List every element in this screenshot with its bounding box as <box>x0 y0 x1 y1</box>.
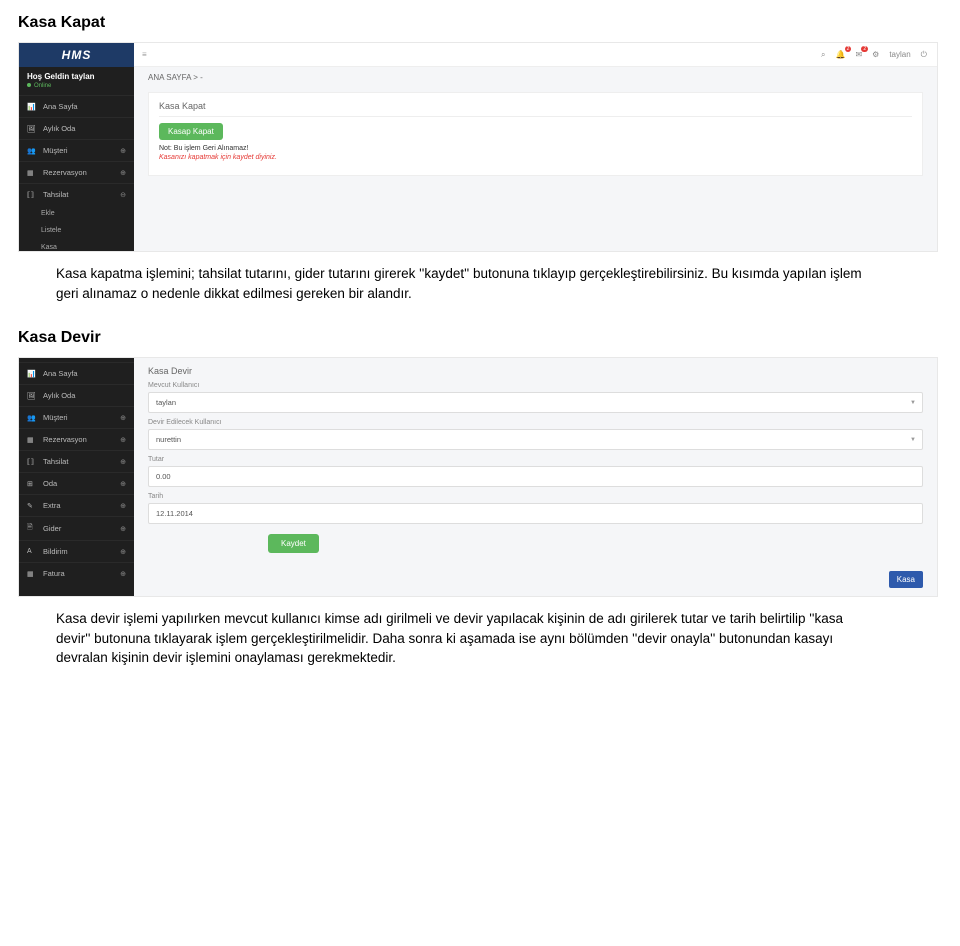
topbar-user[interactable]: taylan <box>889 50 910 59</box>
screenshot-kasa-devir: 📊Ana Sayfa 🖼Aylık Oda 👥Müşteri⊕ ▦Rezerva… <box>18 357 938 597</box>
sidebar-item-tahsilat[interactable]: ⟦⟧Tahsilat⊖ <box>19 183 134 205</box>
chevron-icon: ⊕ <box>120 458 126 466</box>
image-icon: 🖼 <box>27 125 37 133</box>
sidebar-item-anasayfa[interactable]: 📊Ana Sayfa <box>19 95 134 117</box>
document-icon: 🗎 <box>27 523 37 534</box>
chevron-icon: ⊕ <box>120 147 126 155</box>
panel-kasa-kapat: Kasa Kapat Kasap Kapat Not: Bu işlem Ger… <box>148 92 923 176</box>
sidebar-sub-kasa[interactable]: Kasa <box>19 239 134 256</box>
section-title-kasa-kapat: Kasa Kapat <box>18 14 942 32</box>
input-tutar[interactable]: 0.00 <box>148 466 923 487</box>
chevron-icon: ⊕ <box>120 502 126 510</box>
main-area: ANA SAYFA > - Kasa Kapat Kasap Kapat Not… <box>134 67 937 251</box>
users-icon: 👥 <box>27 414 37 422</box>
sidebar-item-musteri[interactable]: 👥Müşteri⊕ <box>19 139 134 161</box>
form-title: Kasa Devir <box>148 366 923 376</box>
calendar-icon: ▦ <box>27 570 37 578</box>
select-mevcut-kullanici[interactable]: taylan▼ <box>148 392 923 413</box>
paragraph-kasa-kapat: Kasa kapatma işlemini; tahsilat tutarını… <box>56 264 876 303</box>
search-icon[interactable]: ⌕ <box>821 50 825 60</box>
kaydet-button[interactable]: Kaydet <box>268 534 319 553</box>
kasa-button[interactable]: Kasa <box>889 571 923 588</box>
label-mevcut-kullanici: Mevcut Kullanıcı <box>148 382 923 389</box>
money-icon: ⟦⟧ <box>27 191 37 199</box>
kasap-kapat-button[interactable]: Kasap Kapat <box>159 123 223 140</box>
image-icon: 🖼 <box>27 392 37 400</box>
sidebar-item-oda[interactable]: ⊞Oda⊕ <box>19 472 134 494</box>
chevron-icon: ⊕ <box>120 570 126 578</box>
chevron-icon: ⊕ <box>120 525 126 533</box>
notif-badge: 2 <box>845 46 852 52</box>
paragraph-kasa-devir: Kasa devir işlemi yapılırken mevcut kull… <box>56 609 876 668</box>
hamburger-icon[interactable]: ≡ <box>142 50 152 59</box>
mail-badge: 2 <box>861 46 868 52</box>
dashboard-icon: 📊 <box>27 103 37 111</box>
mail-icon[interactable]: ✉2 <box>855 50 862 59</box>
sidebar-item-fatura[interactable]: ▦Fatura⊕ <box>19 562 134 584</box>
section-title-kasa-devir: Kasa Devir <box>18 329 942 347</box>
chevron-icon: ⊕ <box>120 480 126 488</box>
calendar-icon: ▦ <box>27 169 37 177</box>
chevron-down-icon: ▼ <box>910 437 916 443</box>
sidebar: Hoş Geldin taylan Online 📊Ana Sayfa 🖼Ayl… <box>19 67 134 251</box>
topbar: ≡ ⌕ 🔔2 ✉2 ⚙ taylan ⏻ <box>134 43 937 67</box>
edit-icon: ✎ <box>27 502 37 510</box>
font-icon: A <box>27 548 37 555</box>
select-devir-kullanici[interactable]: nurettin▼ <box>148 429 923 450</box>
notification-bell-icon[interactable]: 🔔2 <box>835 50 845 59</box>
input-tarih[interactable]: 12.11.2014 <box>148 503 923 524</box>
sidebar-item-gider[interactable]: 🗎Gider⊕ <box>19 516 134 540</box>
gear-icon[interactable]: ⚙ <box>872 50 879 59</box>
sidebar-item-tahsilat[interactable]: ⟦⟧Tahsilat⊕ <box>19 450 134 472</box>
chevron-icon: ⊕ <box>120 169 126 177</box>
breadcrumb: ANA SAYFA > - <box>134 67 937 88</box>
sidebar-item-extra[interactable]: ✎Extra⊕ <box>19 494 134 516</box>
main-area: Kasa Devir Mevcut Kullanıcı taylan▼ Devi… <box>134 358 937 596</box>
users-icon: 👥 <box>27 147 37 155</box>
sidebar-item-musteri[interactable]: 👥Müşteri⊕ <box>19 406 134 428</box>
chevron-icon: ⊕ <box>120 548 126 556</box>
sidebar-welcome: Hoş Geldin taylan <box>19 67 134 83</box>
sidebar-item-rezervasyon[interactable]: ▦Rezervasyon⊕ <box>19 428 134 450</box>
sidebar-sub-listele[interactable]: Listele <box>19 222 134 239</box>
chevron-icon: ⊕ <box>120 414 126 422</box>
chevron-down-icon: ▼ <box>910 400 916 406</box>
app-logo: HMS <box>19 43 134 67</box>
sidebar-item-aylikoda[interactable]: 🖼Aylık Oda <box>19 117 134 139</box>
dashboard-icon: 📊 <box>27 370 37 378</box>
sidebar: 📊Ana Sayfa 🖼Aylık Oda 👥Müşteri⊕ ▦Rezerva… <box>19 358 134 596</box>
panel-note-warning: Not: Bu işlem Geri Alınamaz! <box>159 145 912 152</box>
grid-icon: ⊞ <box>27 480 37 488</box>
label-tarih: Tarih <box>148 493 923 500</box>
label-tutar: Tutar <box>148 456 923 463</box>
sidebar-item-bildirim[interactable]: ABildirim⊕ <box>19 540 134 562</box>
screenshot-kasa-kapat: HMS ≡ ⌕ 🔔2 ✉2 ⚙ taylan ⏻ Hoş Geldin tayl… <box>18 42 938 252</box>
sidebar-sub-ekle[interactable]: Ekle <box>19 205 134 222</box>
panel-note-hint: Kasanızı kapatmak için kaydet diyiniz. <box>159 154 912 161</box>
sidebar-online: Online <box>19 83 134 95</box>
sidebar-item-aylikoda[interactable]: 🖼Aylık Oda <box>19 384 134 406</box>
power-icon[interactable]: ⏻ <box>921 50 927 60</box>
sidebar-item-rezervasyon[interactable]: ▦Rezervasyon⊕ <box>19 161 134 183</box>
label-devir-kullanici: Devir Edilecek Kullanıcı <box>148 419 923 426</box>
chevron-down-icon: ⊖ <box>120 191 126 199</box>
calendar-icon: ▦ <box>27 436 37 444</box>
panel-title: Kasa Kapat <box>159 101 912 117</box>
money-icon: ⟦⟧ <box>27 458 37 466</box>
chevron-icon: ⊕ <box>120 436 126 444</box>
sidebar-item-anasayfa[interactable]: 📊Ana Sayfa <box>19 362 134 384</box>
